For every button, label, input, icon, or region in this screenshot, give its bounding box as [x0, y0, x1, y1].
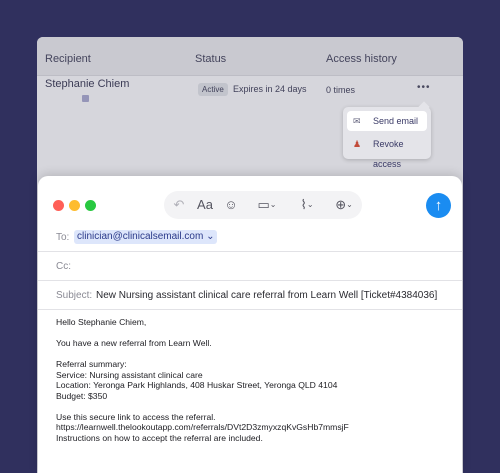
recipient-name: Stephanie Chiem — [45, 78, 130, 90]
greeting-line: Hello Stephanie Chiem, — [56, 317, 147, 327]
recipient-address: clinician@clinicalsemail.com — [77, 231, 204, 242]
send-email-label: Send email — [373, 116, 419, 126]
budget-line: Budget: $350 — [56, 390, 108, 401]
row-actions-menu: ✉ Send email ♟ Revoke access — [343, 107, 431, 169]
cc-label: Cc: — [56, 261, 71, 272]
table-header: Recipient Status Access history — [37, 37, 463, 76]
zoom-window-button[interactable] — [85, 200, 96, 211]
to-field: To: clinician@clinicalsemail.com ⌄ — [38, 223, 462, 252]
instructions-line: Instructions on how to accept the referr… — [56, 432, 263, 443]
service-line: Service: Nursing assistant clinical care — [56, 369, 203, 380]
markup-icon[interactable]: ⊕⌄ — [330, 195, 358, 215]
minimize-window-button[interactable] — [69, 200, 80, 211]
revoke-access-menu-item[interactable]: ♟ Revoke access — [347, 134, 427, 169]
format-text-icon[interactable]: Aa — [194, 195, 216, 215]
mail-compose-window: ↶ Aa ☺ ▭⌄ ⌇⌄ ⊕⌄ ↑ To: clinician@clinical… — [38, 176, 462, 473]
avatar — [82, 95, 89, 102]
emoji-icon[interactable]: ☺ — [222, 195, 240, 215]
cc-input[interactable] — [74, 258, 444, 274]
status-column-header: Status — [195, 53, 227, 65]
access-history-column-header: Access history — [326, 53, 397, 65]
expiry-text: Expires in 24 days — [233, 84, 307, 94]
link-intro-line: Use this secure link to access the refer… — [56, 411, 216, 422]
subject-input[interactable] — [96, 287, 456, 303]
location-line: Location: Yeronga Park Highlands, 408 Hu… — [56, 380, 338, 390]
user-remove-icon: ♟ — [353, 139, 362, 149]
recipient-chip[interactable]: clinician@clinicalsemail.com ⌄ — [74, 230, 218, 244]
compose-toolbar: ↶ Aa ☺ ▭⌄ ⌇⌄ ⊕⌄ — [164, 191, 362, 219]
reply-icon[interactable]: ↶ — [170, 195, 188, 215]
envelope-icon: ✉ — [353, 116, 361, 126]
summary-title: Referral summary: — [56, 359, 127, 369]
message-body[interactable]: Hello Stephanie Chiem, You have a new re… — [56, 317, 454, 473]
more-options-button[interactable]: ••• — [417, 82, 431, 93]
attachment-icon[interactable]: ⌇⌄ — [292, 195, 322, 215]
close-window-button[interactable] — [53, 200, 64, 211]
recipient-column-header: Recipient — [45, 53, 91, 65]
send-button[interactable]: ↑ — [426, 193, 451, 218]
access-count: 0 times — [326, 85, 356, 95]
subject-label: Subject: — [56, 290, 93, 301]
referral-link[interactable]: https://learnwell.thelookoutapp.com/refe… — [56, 422, 454, 433]
subject-field: Subject: — [38, 281, 462, 310]
status-badge: Active — [198, 83, 228, 96]
chevron-down-icon: ⌄ — [206, 231, 215, 242]
send-email-menu-item[interactable]: ✉ Send email — [347, 111, 427, 131]
to-label: To: — [56, 232, 70, 243]
revoke-access-label: Revoke access — [373, 139, 404, 169]
cc-field: Cc: — [38, 252, 462, 281]
table-icon[interactable]: ▭⌄ — [250, 195, 284, 215]
intro-line: You have a new referral from Learn Well. — [56, 338, 212, 348]
